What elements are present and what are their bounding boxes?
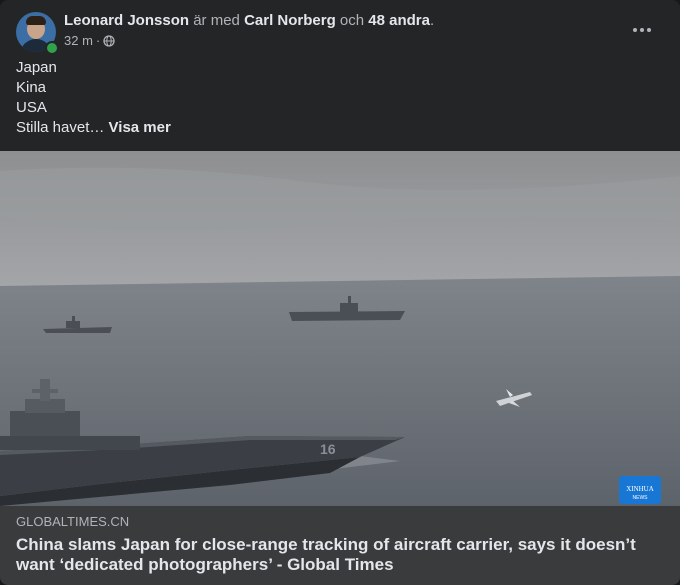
post-meta: 32 m · [64, 33, 115, 49]
post-line-last: Stilla havet… Visa mer [16, 118, 171, 138]
tagged-others[interactable]: 48 andra [368, 12, 430, 29]
post-line: Stilla havet… [16, 119, 105, 136]
meta-separator: · [95, 33, 101, 48]
link-preview-image[interactable]: 16 XINHUA NEWS [0, 151, 680, 506]
post-line: USA [16, 99, 47, 116]
svg-text:NEWS: NEWS [633, 495, 649, 501]
post-header: Leonard Jonsson är med Carl Norberg och … [16, 12, 664, 55]
hull-number: 16 [320, 441, 336, 457]
link-domain: GLOBALTIMES.CN [16, 514, 130, 529]
see-more-link[interactable]: Visa mer [109, 119, 171, 136]
post-line: Kina [16, 79, 47, 96]
online-status-icon [45, 41, 59, 55]
post-text: Japan Kina USA Stilla havet… Visa mer [16, 58, 171, 138]
link-title[interactable]: China slams Japan for close-range tracki… [16, 535, 656, 575]
xinhua-watermark-logo: XINHUA NEWS [619, 476, 661, 504]
more-options-icon[interactable] [628, 18, 656, 42]
byline-period: . [429, 12, 435, 29]
globe-icon[interactable] [103, 35, 115, 47]
link-preview-info[interactable]: GLOBALTIMES.CN China slams Japan for clo… [0, 506, 680, 585]
post-timestamp[interactable]: 32 m [64, 33, 93, 49]
and-text: och [339, 12, 365, 29]
svg-text:XINHUA: XINHUA [626, 485, 654, 493]
with-text: är med [193, 12, 240, 29]
feed-post: Leonard Jonsson är med Carl Norberg och … [0, 0, 680, 585]
tagged-person[interactable]: Carl Norberg [244, 12, 336, 29]
post-line: Japan [16, 59, 57, 76]
post-byline: Leonard Jonsson är med Carl Norberg och … [64, 12, 434, 30]
aircraft-carrier-photo: 16 XINHUA NEWS [0, 151, 680, 506]
author-name[interactable]: Leonard Jonsson [64, 12, 189, 29]
